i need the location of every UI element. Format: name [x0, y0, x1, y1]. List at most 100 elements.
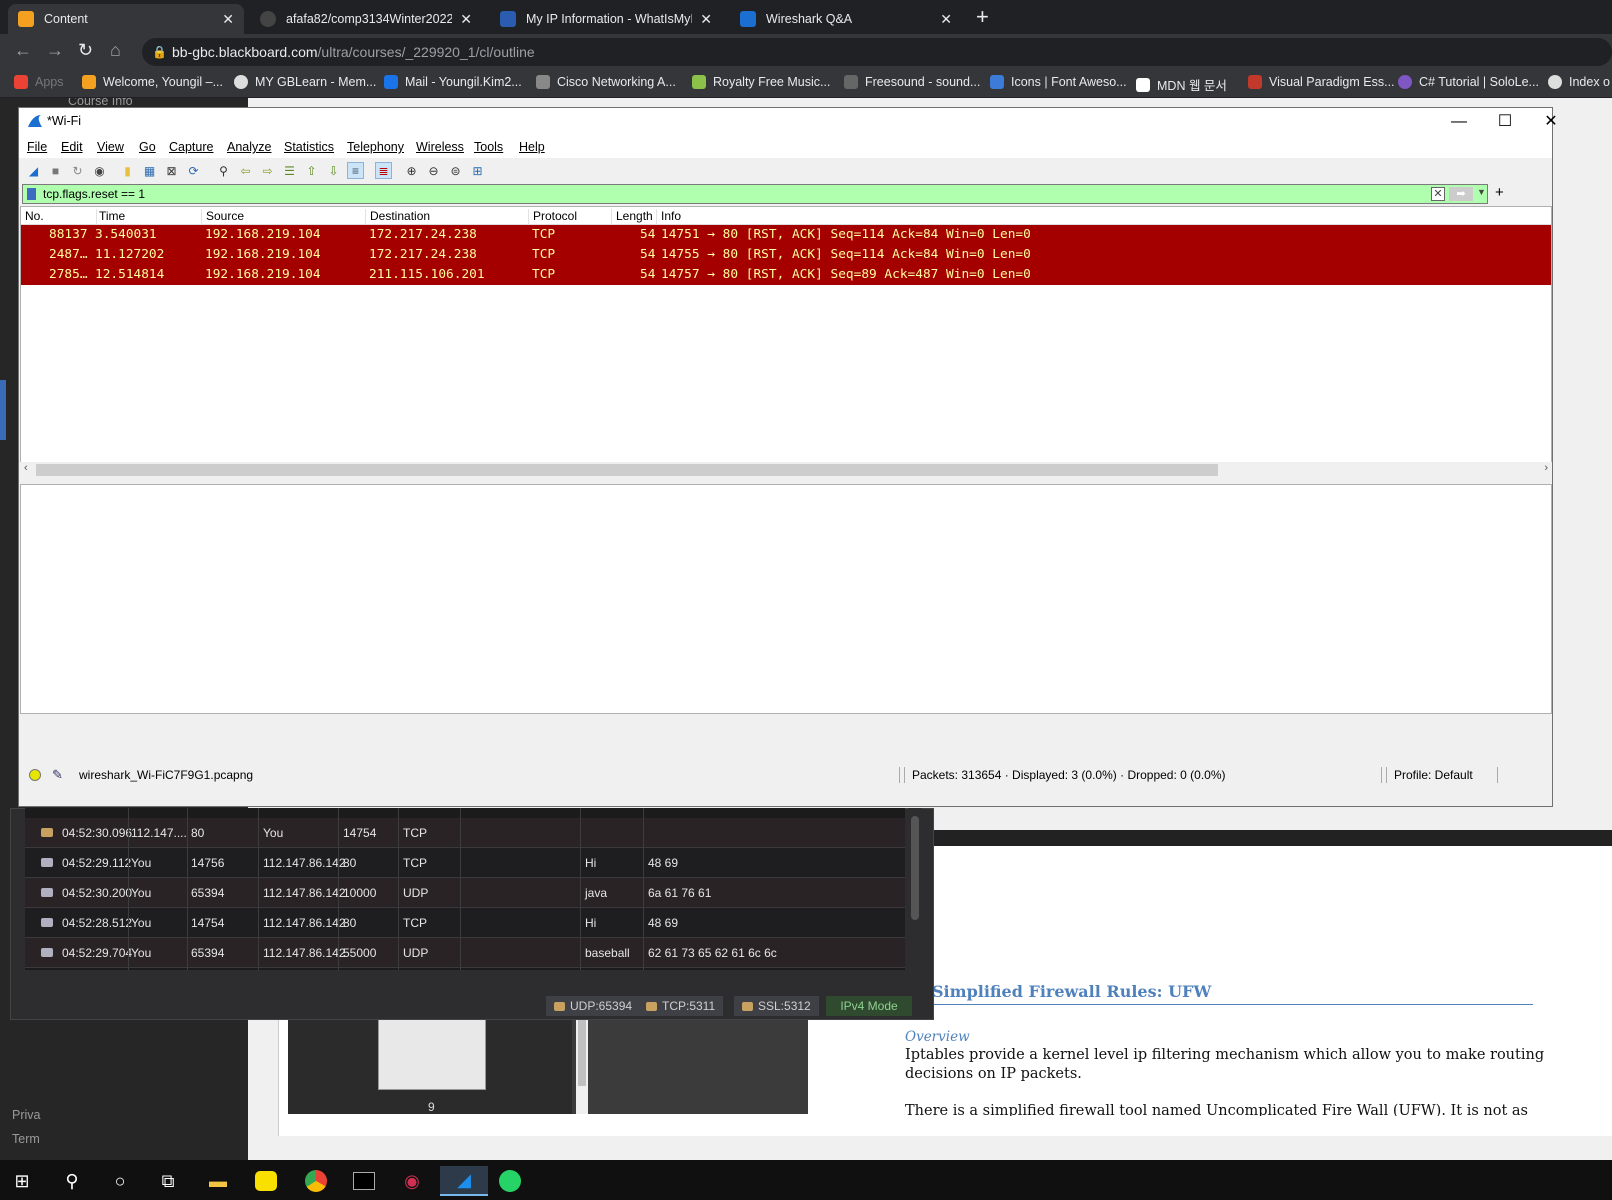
- scroll-thumb[interactable]: [36, 464, 1218, 476]
- kakaotalk-icon[interactable]: [246, 1166, 286, 1196]
- table-row[interactable]: 04:52:28.512 You 14754 112.147.86.142 80…: [25, 908, 905, 938]
- save-file-icon[interactable]: ▦: [141, 162, 158, 179]
- go-back-icon[interactable]: ⇦: [237, 162, 254, 179]
- menu-tools[interactable]: Tools: [474, 140, 503, 154]
- capture-comment-icon[interactable]: ✎: [52, 767, 63, 783]
- packet-row[interactable]: 2785… 12.514814 192.168.219.104 211.115.…: [21, 265, 1551, 285]
- colorize-icon[interactable]: ≣: [375, 162, 392, 179]
- first-packet-icon[interactable]: ⇧: [303, 162, 320, 179]
- menu-go[interactable]: Go: [139, 140, 156, 154]
- bookmark-index[interactable]: Index o: [1548, 75, 1610, 89]
- bookmark-mdn[interactable]: MDN 웹 문서: [1136, 75, 1227, 94]
- packet-row[interactable]: 2487… 11.127202 192.168.219.104 172.217.…: [21, 245, 1551, 265]
- scroll-left-icon[interactable]: ‹: [24, 462, 28, 474]
- apply-filter-icon[interactable]: ➡: [1449, 187, 1473, 201]
- menu-view[interactable]: View: [97, 140, 124, 154]
- terms-link[interactable]: Term: [12, 1132, 40, 1146]
- home-icon[interactable]: ⌂: [110, 40, 121, 61]
- bookmark-fontawesome[interactable]: Icons | Font Aweso...: [990, 75, 1127, 89]
- file-explorer-icon[interactable]: ▬: [198, 1166, 238, 1196]
- forward-icon[interactable]: →: [46, 40, 64, 61]
- display-filter-input[interactable]: tcp.flags.reset == 1 ✕ ➡ ▼: [22, 184, 1488, 204]
- table-row[interactable]: 04:52:30.096 112.147.... 80 You 14754 TC…: [25, 818, 905, 848]
- go-to-packet-icon[interactable]: ☰: [281, 162, 298, 179]
- reload-icon[interactable]: ↻: [78, 40, 93, 61]
- bookmark-sololearn[interactable]: C# Tutorial | SoloLe...: [1398, 75, 1539, 89]
- column-info[interactable]: Info: [657, 209, 1527, 225]
- add-filter-button[interactable]: +: [1495, 184, 1504, 201]
- bookmark-gblearn[interactable]: MY GBLearn - Mem...: [234, 75, 376, 89]
- maximize-button[interactable]: ☐: [1483, 110, 1527, 134]
- tab-content[interactable]: Content ✕: [8, 4, 244, 34]
- close-tab-icon[interactable]: ✕: [460, 11, 472, 28]
- bookmark-welcome[interactable]: Welcome, Youngil –...: [82, 75, 223, 89]
- close-window-button[interactable]: ✕: [1529, 110, 1573, 134]
- zoom-out-icon[interactable]: ⊖: [425, 162, 442, 179]
- minimize-button[interactable]: —: [1437, 110, 1481, 134]
- close-tab-icon[interactable]: ✕: [222, 11, 234, 28]
- close-file-icon[interactable]: ⊠: [163, 162, 180, 179]
- windows-start-icon[interactable]: ⊞: [2, 1166, 42, 1196]
- column-time[interactable]: Time: [97, 209, 202, 225]
- whatsapp-icon[interactable]: [490, 1166, 530, 1196]
- tab-github[interactable]: afafa82/comp3134Winter2022: M ✕: [250, 4, 482, 34]
- open-file-icon[interactable]: ▮: [119, 162, 136, 179]
- column-no[interactable]: No.: [25, 209, 97, 225]
- reload-file-icon[interactable]: ⟳: [185, 162, 202, 179]
- ipv4-mode-button[interactable]: IPv4 Mode: [826, 996, 912, 1016]
- restart-capture-icon[interactable]: ↻: [69, 162, 86, 179]
- network-tool-icon[interactable]: ◉: [392, 1166, 432, 1196]
- menu-analyze[interactable]: Analyze: [227, 140, 271, 154]
- tab-whatismyip[interactable]: My IP Information - WhatIsMyIP.c ✕: [490, 4, 722, 34]
- filter-history-icon[interactable]: ▼: [1477, 187, 1486, 197]
- back-icon[interactable]: ←: [14, 40, 32, 61]
- normal-size-icon[interactable]: ⊜: [447, 162, 464, 179]
- cortana-icon[interactable]: ○: [100, 1166, 140, 1196]
- capture-options-icon[interactable]: ◉: [91, 162, 108, 179]
- page-thumbnail[interactable]: [378, 1010, 486, 1090]
- menu-statistics[interactable]: Statistics: [284, 140, 334, 154]
- wireshark-icon[interactable]: ◢: [440, 1166, 488, 1196]
- tab-wireshark-qa[interactable]: Wireshark Q&A ✕: [730, 4, 962, 34]
- chrome-icon[interactable]: [296, 1166, 336, 1196]
- go-forward-icon[interactable]: ⇨: [259, 162, 276, 179]
- table-row[interactable]: 04:52:29.704 You 65394 112.147.86.142 55…: [25, 938, 905, 968]
- bookmark-visual-paradigm[interactable]: Visual Paradigm Ess...: [1248, 75, 1395, 89]
- address-bar[interactable]: 🔒 bb-gbc.blackboard.com/ultra/courses/_2…: [142, 38, 1612, 66]
- menu-edit[interactable]: Edit: [61, 140, 83, 154]
- scroll-right-icon[interactable]: ›: [1544, 462, 1548, 474]
- auto-scroll-icon[interactable]: ≡: [347, 162, 364, 179]
- filter-expression[interactable]: tcp.flags.reset == 1: [43, 187, 145, 201]
- bookmark-icon[interactable]: [27, 188, 36, 200]
- table-row[interactable]: 04:52:30.200 You 65394 112.147.86.142 10…: [25, 878, 905, 908]
- packet-row[interactable]: 88137 3.540031 192.168.219.104 172.217.2…: [21, 225, 1551, 245]
- menu-help[interactable]: Help: [519, 140, 545, 154]
- search-icon[interactable]: ⚲: [52, 1166, 92, 1196]
- column-source[interactable]: Source: [202, 209, 366, 225]
- bookmark-mail[interactable]: Mail - Youngil.Kim2...: [384, 75, 522, 89]
- resize-columns-icon[interactable]: ⊞: [469, 162, 486, 179]
- table-row[interactable]: 04:52:29.112 You 14756 112.147.86.142 80…: [25, 848, 905, 878]
- new-tab-button[interactable]: +: [976, 4, 989, 30]
- bookmark-freesound[interactable]: Freesound - sound...: [844, 75, 980, 89]
- task-view-icon[interactable]: ⧉: [148, 1166, 188, 1196]
- zoom-in-icon[interactable]: ⊕: [403, 162, 420, 179]
- packet-sender-scrollbar[interactable]: [908, 808, 922, 970]
- clear-filter-icon[interactable]: ✕: [1431, 187, 1445, 201]
- menu-telephony[interactable]: Telephony: [347, 140, 404, 154]
- bookmark-apps[interactable]: Apps: [14, 75, 64, 89]
- packet-list-hscrollbar[interactable]: ‹ ›: [20, 462, 1552, 478]
- close-tab-icon[interactable]: ✕: [940, 11, 952, 28]
- menu-file[interactable]: File: [27, 140, 47, 154]
- column-length[interactable]: Length: [612, 209, 657, 225]
- expert-info-icon[interactable]: [29, 769, 41, 781]
- find-packet-icon[interactable]: ⚲: [215, 162, 232, 179]
- profile-label[interactable]: Profile: Default: [1394, 768, 1473, 782]
- close-tab-icon[interactable]: ✕: [700, 11, 712, 28]
- column-destination[interactable]: Destination: [366, 209, 529, 225]
- start-capture-icon[interactable]: ◢: [25, 162, 42, 179]
- menu-capture[interactable]: Capture: [169, 140, 213, 154]
- bookmark-royalty[interactable]: Royalty Free Music...: [692, 75, 830, 89]
- stop-capture-icon[interactable]: ■: [47, 162, 64, 179]
- last-packet-icon[interactable]: ⇩: [325, 162, 342, 179]
